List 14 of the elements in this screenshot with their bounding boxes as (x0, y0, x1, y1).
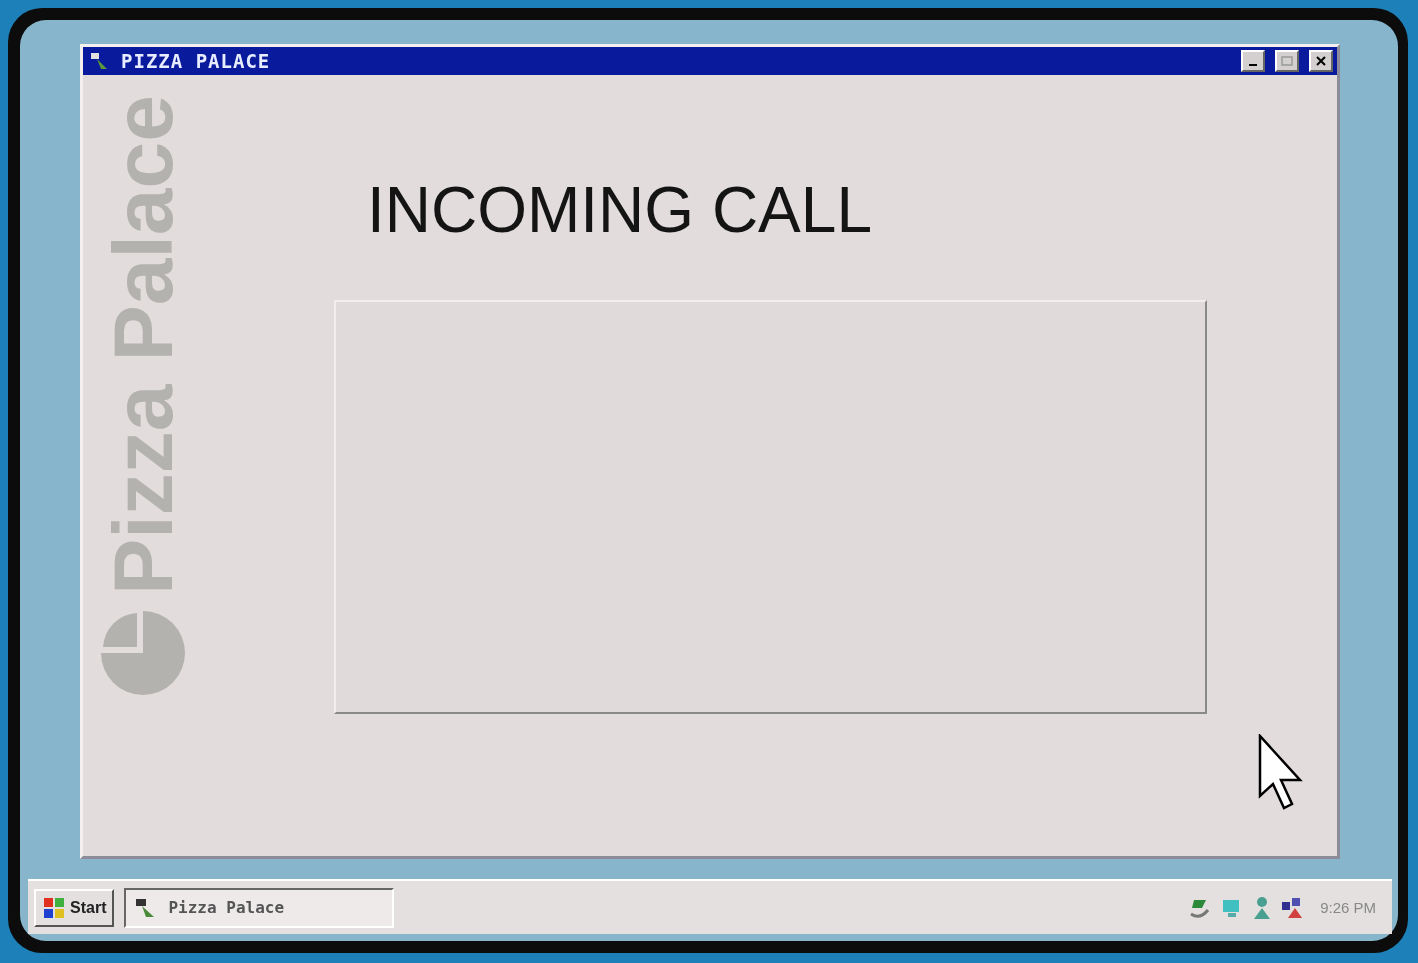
windows-logo-icon (42, 895, 66, 920)
mouse-cursor-icon (1258, 734, 1304, 812)
taskbar-task[interactable]: Pizza Palace (124, 887, 395, 928)
pie-logo-icon (99, 608, 187, 697)
clock: 9:26 PM (1320, 899, 1376, 916)
incoming-call-heading: INCOMING CALL (367, 175, 873, 246)
close-icon (1316, 56, 1326, 66)
minimize-icon (1249, 64, 1257, 66)
start-button[interactable]: Start (34, 888, 115, 927)
minimize-button[interactable] (1241, 50, 1265, 72)
maximize-button[interactable] (1275, 50, 1299, 72)
maximize-icon (1281, 56, 1293, 66)
window-title: PIZZA PALACE (121, 50, 272, 72)
close-button[interactable] (1309, 50, 1333, 72)
